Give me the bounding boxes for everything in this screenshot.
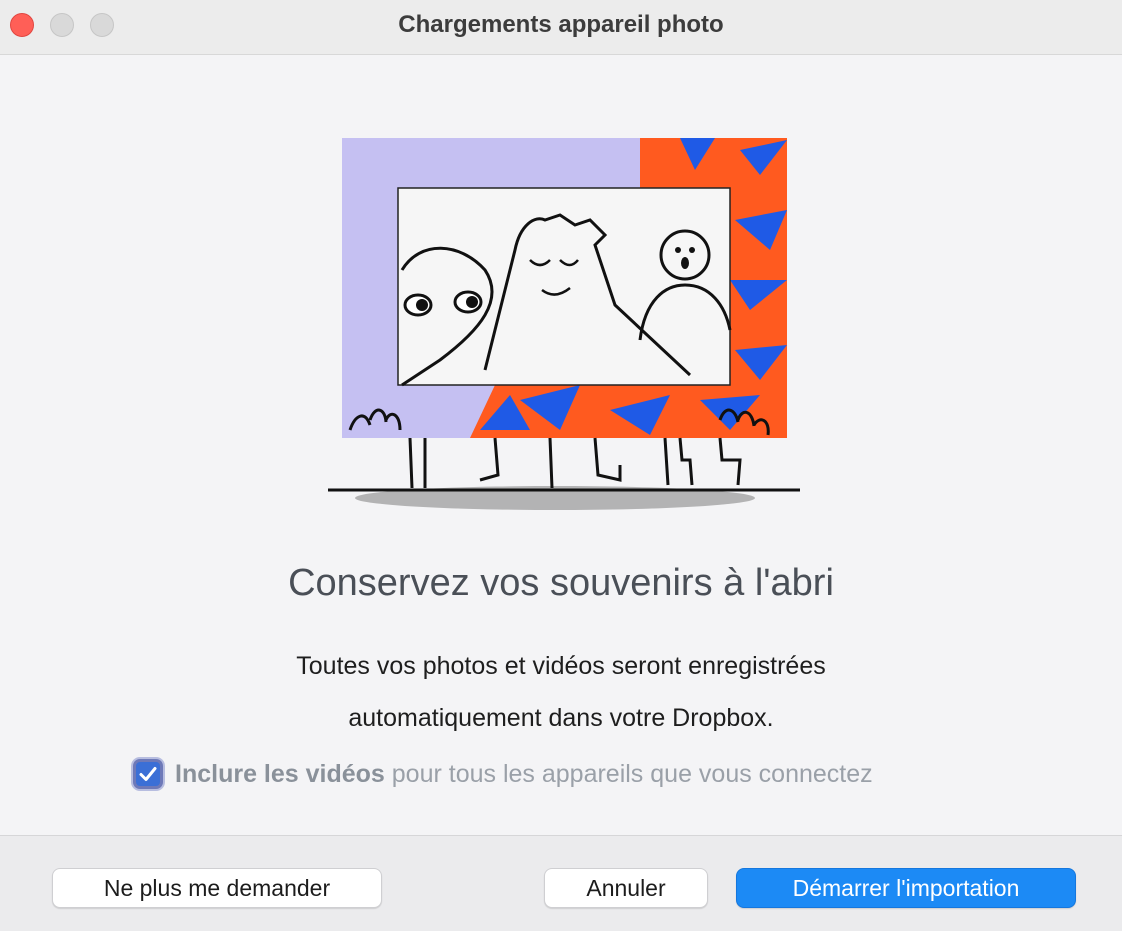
description-line-1: Toutes vos photos et vidéos seront enreg… [296, 652, 826, 680]
description: Toutes vos photos et vidéos seront enreg… [0, 640, 1122, 744]
include-videos-label-rest: pour tous les appareils que vous connect… [384, 759, 873, 788]
start-import-button[interactable]: Démarrer l'importation [736, 868, 1076, 908]
include-videos-label-bold: Inclure les vidéos [175, 759, 385, 788]
checkmark-icon [139, 767, 157, 781]
never-ask-button[interactable]: Ne plus me demander [52, 868, 382, 908]
footer-bar: Ne plus me demander Annuler Démarrer l'i… [0, 835, 1122, 931]
camera-uploads-illustration [328, 138, 800, 510]
camera-uploads-window: Chargements appareil photo Conservez vos… [0, 0, 1122, 931]
description-line-2: automatiquement dans votre Dropbox. [348, 704, 774, 732]
include-videos-label[interactable]: Inclure les vidéos pour tous les apparei… [175, 760, 873, 789]
include-videos-checkbox[interactable] [133, 759, 163, 789]
title-bar: Chargements appareil photo [0, 0, 1122, 55]
window-title: Chargements appareil photo [398, 11, 724, 38]
cancel-button[interactable]: Annuler [544, 868, 708, 908]
headline: Conservez vos souvenirs à l'abri [288, 562, 834, 604]
include-videos-option[interactable]: Inclure les vidéos pour tous les apparei… [133, 756, 873, 792]
